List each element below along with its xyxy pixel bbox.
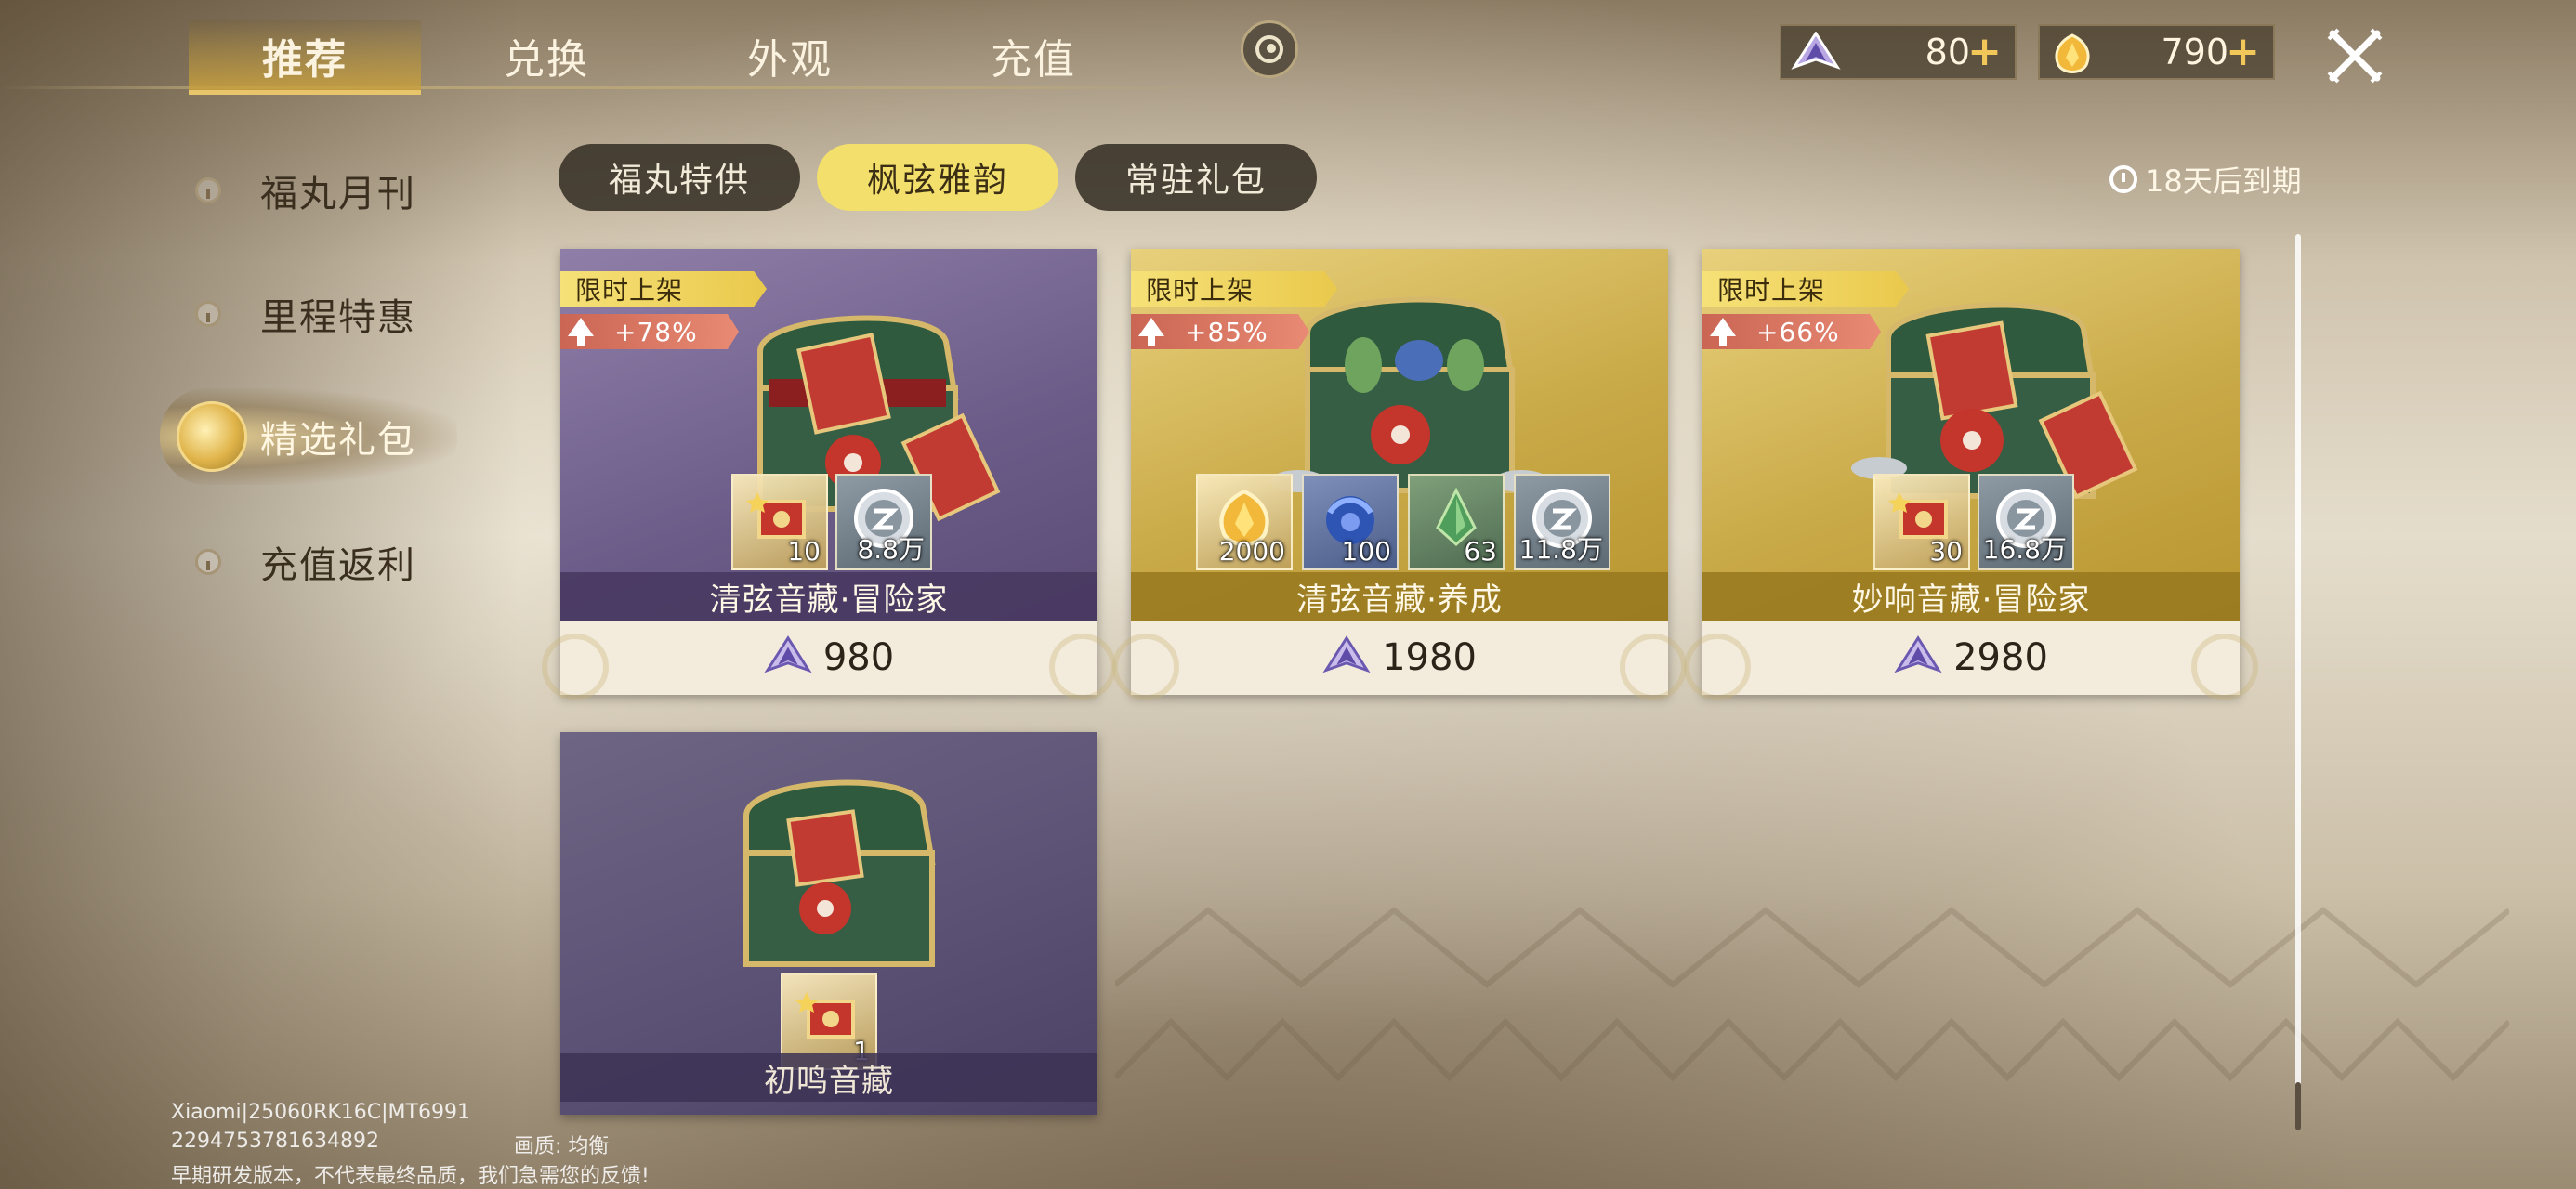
gem-icon bbox=[764, 635, 812, 673]
scrollbar-thumb[interactable] bbox=[2295, 1082, 2301, 1130]
sidebar-bullet-icon bbox=[195, 549, 221, 575]
price-value: 980 bbox=[822, 636, 895, 679]
gem-icon bbox=[1894, 635, 1942, 673]
reward-item[interactable]: 11.8万 bbox=[1514, 474, 1610, 570]
limited-time-tag: 限时上架 bbox=[1131, 271, 1337, 307]
shop-emblem-button[interactable] bbox=[1241, 20, 1298, 78]
reward-item[interactable]: 63 bbox=[1408, 474, 1505, 570]
pack-name: 初鸣音藏 bbox=[560, 1053, 1097, 1102]
tab-recommend[interactable]: 推荐 bbox=[189, 20, 421, 95]
sidebar-item-label: 精选礼包 bbox=[260, 419, 416, 462]
gold-crystal-icon bbox=[2055, 33, 2090, 73]
ornament-ring bbox=[1112, 634, 1179, 700]
buy-button[interactable]: 980 bbox=[542, 621, 1116, 700]
subtab-fuwan-special[interactable]: 福丸特供 bbox=[559, 144, 800, 211]
close-icon[interactable] bbox=[2325, 26, 2385, 85]
coin-amount: 790 bbox=[2161, 32, 2228, 72]
value-boost-tag: +78% bbox=[560, 314, 739, 349]
limited-time-tag: 限时上架 bbox=[1702, 271, 1909, 307]
gem-amount: 80 bbox=[1925, 32, 1970, 72]
add-gems-button[interactable]: + bbox=[1967, 28, 2002, 75]
clock-icon bbox=[2109, 165, 2137, 193]
tab-appearance[interactable]: 外观 bbox=[674, 20, 906, 90]
sidebar-item-monthly[interactable]: 福丸月刊 bbox=[167, 153, 446, 228]
pack-name: 清弦音藏·养成 bbox=[1131, 572, 1668, 621]
sidebar-bullet-icon bbox=[195, 301, 221, 327]
gem-currency: 80 + bbox=[1780, 24, 2017, 80]
sidebar-item-label: 福丸月刊 bbox=[260, 173, 416, 216]
pack-art: 限时上架 +66% 30 16.8万 bbox=[1702, 249, 2240, 621]
value-boost-tag: +85% bbox=[1131, 314, 1309, 349]
subtab-regular-packs[interactable]: 常驻礼包 bbox=[1075, 144, 1317, 211]
sidebar-item-rebate[interactable]: 充值返利 bbox=[167, 525, 446, 599]
add-coins-button[interactable]: + bbox=[2226, 28, 2260, 75]
buy-button[interactable]: 2980 bbox=[1684, 621, 2258, 700]
beta-notice: 早期研发版本，不代表最终品质，我们急需您的反馈! bbox=[171, 1165, 650, 1188]
device-info: Xiaomi|25060RK16C|MT6991 bbox=[171, 1101, 470, 1124]
build-id: 2294753781634892 bbox=[171, 1130, 379, 1153]
ornament-ring bbox=[1620, 634, 1687, 700]
pack-art: 限时上架 +85% 2000 100 63 11.8万 bbox=[1131, 249, 1668, 621]
tab-recharge[interactable]: 充值 bbox=[917, 20, 1150, 90]
subtab-fengxian-yayun[interactable]: 枫弦雅韵 bbox=[817, 144, 1058, 211]
ornament-ring bbox=[542, 634, 609, 700]
value-boost-tag: +66% bbox=[1702, 314, 1881, 349]
reward-item[interactable]: 10 bbox=[731, 474, 828, 570]
up-arrow-icon bbox=[1710, 318, 1736, 346]
gem-icon bbox=[1322, 635, 1371, 673]
reward-item[interactable]: 100 bbox=[1302, 474, 1399, 570]
buy-button[interactable]: 1980 bbox=[1112, 621, 1687, 700]
sidebar-bullet-icon bbox=[195, 177, 221, 203]
top-navigation: 推荐 兑换 外观 充值 80 + 790 + bbox=[0, 0, 2576, 95]
sidebar-item-label: 充值返利 bbox=[260, 544, 416, 587]
ornament-ring bbox=[1684, 634, 1751, 700]
pack-card[interactable]: 限时上架 +66% 30 16.8万 妙响音藏·冒险家 2980 bbox=[1684, 249, 2258, 700]
pack-card[interactable]: 限时上架 +85% 2000 100 63 11.8万 清弦音藏·养成 1980 bbox=[1112, 249, 1687, 700]
pack-name: 清弦音藏·冒险家 bbox=[560, 572, 1097, 621]
quality-setting: 画质: 均衡 bbox=[514, 1135, 610, 1158]
ornament-ring bbox=[1049, 634, 1116, 700]
scrollbar-track[interactable] bbox=[2295, 234, 2301, 1130]
treasure-chest-image bbox=[743, 779, 936, 967]
emblem-icon bbox=[1255, 35, 1283, 63]
pack-card[interactable]: 1 初鸣音藏 bbox=[560, 732, 1097, 1115]
reward-item[interactable]: 16.8万 bbox=[1978, 474, 2074, 570]
reward-item[interactable]: 2000 bbox=[1196, 474, 1293, 570]
pack-art: 限时上架 +78% 10 8.8万 bbox=[560, 249, 1097, 621]
up-arrow-icon bbox=[568, 318, 594, 346]
tab-exchange[interactable]: 兑换 bbox=[430, 20, 663, 90]
expire-timer: 18天后到期 bbox=[2109, 158, 2302, 201]
price-value: 1980 bbox=[1382, 636, 1477, 679]
sidebar-item-featured[interactable]: 精选礼包 bbox=[167, 399, 446, 474]
expire-text: 18天后到期 bbox=[2145, 163, 2302, 199]
sidebar-item-milestone[interactable]: 里程特惠 bbox=[167, 277, 446, 351]
reward-item[interactable]: 30 bbox=[1873, 474, 1970, 570]
price-value: 2980 bbox=[1953, 636, 2048, 679]
limited-time-tag: 限时上架 bbox=[560, 271, 767, 307]
reward-item[interactable]: 8.8万 bbox=[835, 474, 932, 570]
gem-icon bbox=[1791, 32, 1841, 70]
pack-name: 妙响音藏·冒险家 bbox=[1702, 572, 2240, 621]
coin-currency: 790 + bbox=[2038, 24, 2275, 80]
ornament-ring bbox=[2191, 634, 2258, 700]
sidebar-item-label: 里程特惠 bbox=[260, 296, 416, 339]
up-arrow-icon bbox=[1138, 318, 1164, 346]
pack-card[interactable]: 限时上架 +78% 10 8.8万 清弦音藏·冒险家 980 bbox=[542, 249, 1116, 700]
